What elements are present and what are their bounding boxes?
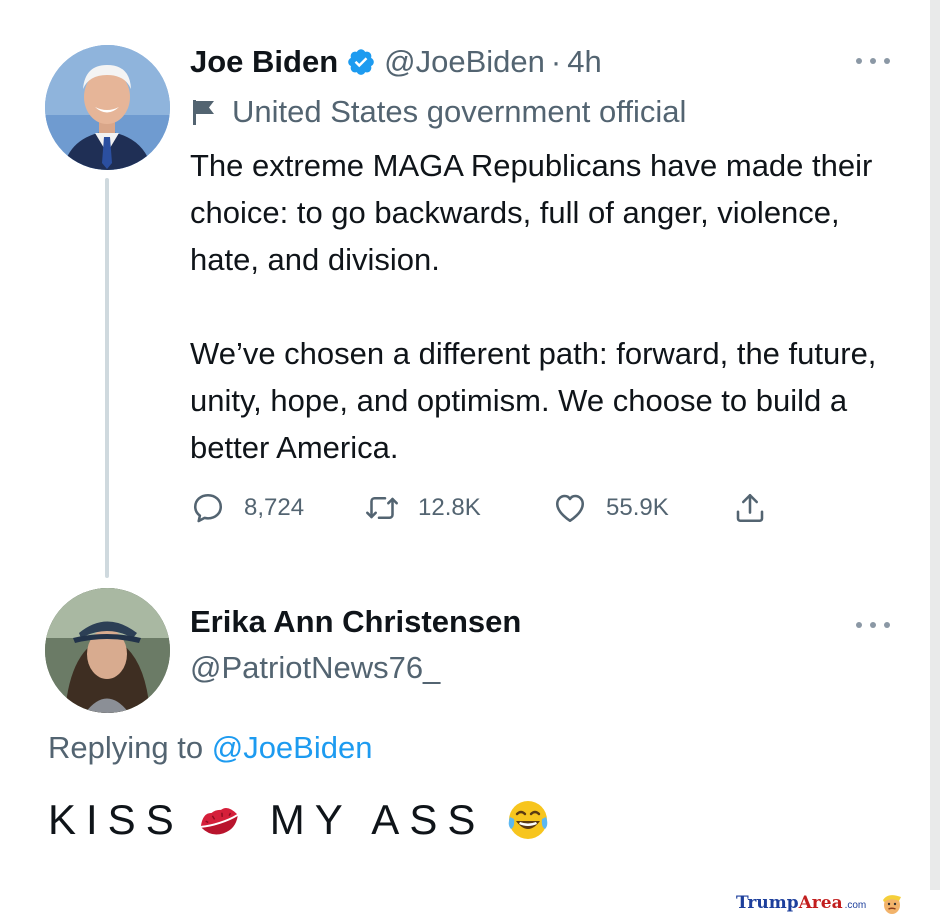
more-options-icon[interactable] xyxy=(856,56,890,66)
tweet-timestamp[interactable]: 4h xyxy=(567,44,601,80)
replying-to-line: Replying to @JoeBiden xyxy=(48,730,372,766)
avatar-joe-biden[interactable] xyxy=(45,45,170,170)
tweet-paragraph-1: The extreme MAGA Republicans have made t… xyxy=(190,148,873,277)
reply-button[interactable]: 8,724 xyxy=(190,488,304,528)
page-right-border xyxy=(930,0,940,890)
reply-author-name[interactable]: Erika Ann Christensen xyxy=(190,604,521,640)
reply-author-handle[interactable]: @PatriotNews76_ xyxy=(190,650,440,686)
tweet-actions: 8,724 12.8K 55.9K xyxy=(190,488,790,528)
header-separator: · xyxy=(550,44,562,79)
flag-icon xyxy=(193,100,214,125)
tweet-original[interactable]: Joe Biden @JoeBiden · 4h United States g… xyxy=(0,0,930,580)
reply-body: KISS MY ASS xyxy=(48,790,551,850)
watermark-part2: Area xyxy=(798,893,843,913)
retweet-button[interactable]: 12.8K xyxy=(364,488,481,528)
tweet-body: The extreme MAGA Republicans have made t… xyxy=(190,142,910,471)
reply-text-part1: KISS xyxy=(48,796,184,843)
like-button[interactable]: 55.9K xyxy=(552,488,669,528)
share-button[interactable] xyxy=(732,488,768,528)
site-watermark: Trump Area .com xyxy=(736,890,904,916)
retweet-icon xyxy=(366,496,398,520)
cartoon-face-icon xyxy=(883,895,902,914)
watermark-part3: .com xyxy=(844,900,867,911)
watermark-part1: Trump xyxy=(736,893,799,913)
tears-of-joy-icon xyxy=(509,801,548,839)
government-label-text: United States government official xyxy=(232,94,687,129)
retweet-count: 12.8K xyxy=(418,494,481,521)
reply-text-part2: MY ASS xyxy=(269,796,486,843)
reply-count: 8,724 xyxy=(244,494,305,521)
avatar-erika-ann-christensen[interactable] xyxy=(45,588,170,713)
government-label[interactable]: United States government official xyxy=(190,90,686,134)
comment-icon xyxy=(193,493,223,523)
author-name[interactable]: Joe Biden xyxy=(190,44,338,80)
verified-badge-icon xyxy=(346,47,376,77)
replying-to-mention[interactable]: @JoeBiden xyxy=(212,730,373,765)
tweet-paragraph-2: We’ve chosen a different path: forward, … xyxy=(190,336,877,465)
kiss-mark-icon xyxy=(200,807,238,835)
author-handle[interactable]: @JoeBiden xyxy=(384,44,545,80)
replying-to-prefix: Replying to xyxy=(48,730,204,765)
reply-more-options-icon[interactable] xyxy=(856,620,890,630)
tweet-header: Joe Biden @JoeBiden · 4h xyxy=(190,40,602,84)
like-count: 55.9K xyxy=(606,494,669,521)
share-icon xyxy=(736,493,764,523)
thread-connector-line xyxy=(105,178,109,578)
heart-icon xyxy=(555,494,585,523)
